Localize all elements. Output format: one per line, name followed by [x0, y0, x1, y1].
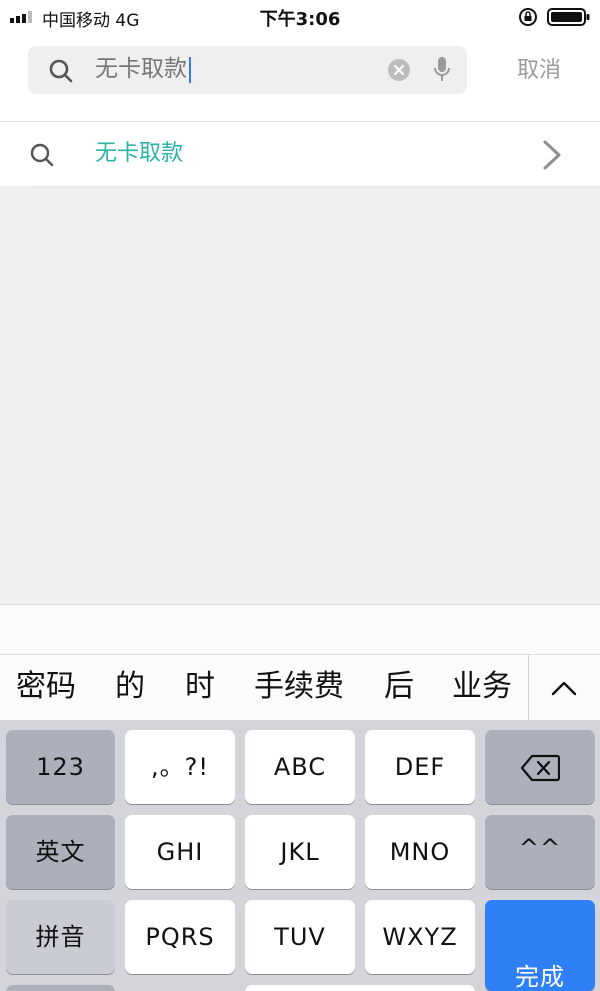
- search-query[interactable]: 无卡取款: [95, 54, 191, 84]
- key-tuv[interactable]: TUV: [245, 900, 355, 974]
- clock: 下午3:06: [259, 9, 341, 30]
- key-emoticon[interactable]: ^^: [485, 815, 595, 889]
- battery-icon: [547, 8, 590, 26]
- keyboard: 123 ,。?! ABC DEF 英文 GHI JKL MNO ^^ 拼音 PQ…: [0, 720, 600, 991]
- status-bar: 中国移动 4G 下午3:06: [0, 0, 600, 34]
- key-pinyin[interactable]: 拼音: [6, 900, 115, 974]
- candidate-word[interactable]: 业务: [452, 666, 512, 708]
- search-icon: [49, 59, 73, 83]
- key-english[interactable]: 英文: [6, 815, 115, 889]
- divider: [28, 186, 600, 187]
- rotation-lock-icon: [519, 8, 537, 26]
- chevron-right-icon: [543, 140, 561, 170]
- space-key[interactable]: [245, 985, 475, 991]
- key-def[interactable]: DEF: [365, 730, 475, 804]
- key-pqrs[interactable]: PQRS: [125, 900, 235, 974]
- key-jkl[interactable]: JKL: [245, 815, 355, 889]
- done-button[interactable]: 完成: [485, 900, 595, 991]
- candidate-word[interactable]: 时: [185, 666, 215, 708]
- key-ghi[interactable]: GHI: [125, 815, 235, 889]
- search-header: 无卡取款 取消: [0, 34, 600, 121]
- key-punctuation[interactable]: ,。?!: [125, 730, 235, 804]
- delete-button[interactable]: [485, 730, 595, 804]
- candidate-word[interactable]: 密码: [16, 666, 76, 708]
- key-abc[interactable]: ABC: [245, 730, 355, 804]
- chevron-up-icon[interactable]: [549, 675, 579, 701]
- text-caret: [189, 56, 191, 83]
- candidate-word[interactable]: 的: [115, 666, 145, 708]
- candidate-word[interactable]: 后: [384, 666, 414, 708]
- candidate-word[interactable]: 手续费: [254, 666, 344, 708]
- delete-icon: [520, 754, 560, 782]
- clear-icon[interactable]: [388, 59, 410, 81]
- key-mno[interactable]: MNO: [365, 815, 475, 889]
- search-icon: [30, 143, 54, 167]
- key-123[interactable]: 123: [6, 730, 115, 804]
- cancel-button[interactable]: 取消: [502, 54, 576, 88]
- key-partial[interactable]: [6, 985, 115, 991]
- list-item[interactable]: 无卡取款: [0, 121, 600, 187]
- keyboard-input-strip: [0, 604, 600, 654]
- microphone-icon[interactable]: [433, 55, 451, 85]
- suggestion-label: 无卡取款: [95, 141, 184, 166]
- search-input[interactable]: 无卡取款: [28, 46, 467, 94]
- key-wxyz[interactable]: WXYZ: [365, 900, 475, 974]
- candidate-bar: 密码 的 时 手续费 后 业务: [0, 654, 600, 721]
- divider: [528, 655, 529, 721]
